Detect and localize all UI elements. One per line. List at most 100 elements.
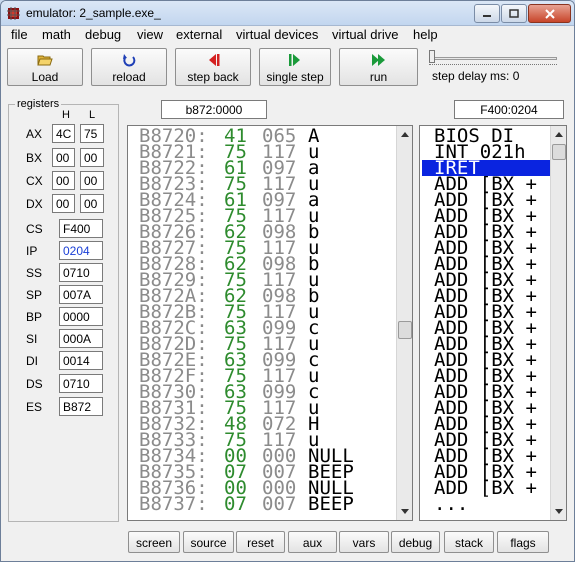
window-title: emulator: 2_sample.exe_ [26, 6, 161, 20]
reg-cl-field[interactable]: 00 [80, 171, 104, 190]
reg-ah-field[interactable]: 4C [52, 124, 75, 143]
menu-file[interactable]: file [11, 27, 28, 42]
reg-ss-label: SS [26, 266, 43, 280]
disassembly-scroll-thumb[interactable] [552, 144, 566, 160]
reg-si-label: SI [26, 332, 38, 346]
load-label: Load [31, 70, 59, 84]
disassembly-scroll-up[interactable] [551, 126, 566, 143]
slider-track [429, 57, 557, 60]
menu-virtual-drive[interactable]: virtual drive [332, 27, 398, 42]
disassembly-list[interactable]: BIOS DI INT 021h IRET ADD [BX + ADD [BX + ADD… [419, 125, 567, 521]
step-back-button[interactable]: step back [175, 48, 251, 86]
up-arrow-icon [401, 132, 409, 137]
single-step-icon [289, 54, 300, 66]
reg-ss-field[interactable]: 0710 [59, 263, 103, 282]
memory-row[interactable]: B8737: 07 007 BEEP [128, 493, 394, 515]
reg-cs-label: CS [26, 222, 43, 236]
screen-button[interactable]: screen [128, 531, 180, 553]
reg-bl-field[interactable]: 00 [80, 148, 104, 167]
reg-bx-label: BX [26, 151, 43, 165]
up-arrow-icon [555, 132, 563, 137]
source-button[interactable]: source [183, 531, 234, 553]
run-label: run [369, 70, 388, 84]
menu-virtual-devices[interactable]: virtual devices [236, 27, 318, 42]
reg-bp-label: BP [26, 310, 43, 324]
memory-scrollbar[interactable] [396, 126, 412, 520]
reg-cx-label: CX [26, 174, 43, 188]
reg-ax-label: AX [26, 127, 43, 141]
reload-button[interactable]: reload [91, 48, 167, 86]
run-button[interactable]: run [339, 48, 418, 86]
disassembly-scrollbar[interactable] [550, 126, 566, 520]
reg-ip-field[interactable]: 0204 [59, 241, 103, 260]
low-byte-header: L [89, 109, 96, 121]
down-arrow-icon [401, 509, 409, 514]
memory-row-char: BEEP [308, 493, 354, 515]
step-delay-slider[interactable]: step delay ms: 0 [425, 47, 565, 87]
reg-cs-field[interactable]: F400 [59, 219, 103, 238]
memory-row-decimal: 007 [262, 493, 297, 515]
reg-bp-field[interactable]: 0000 [59, 307, 103, 326]
reg-di-field[interactable]: 0014 [59, 351, 103, 370]
memory-list[interactable]: B8720: 41 065 A B8721: 75 117 u B8722: 61 097 a B872… [127, 125, 413, 521]
down-arrow-icon [555, 509, 563, 514]
open-folder-icon [37, 55, 53, 66]
step-back-label: step back [187, 70, 239, 84]
reg-sp-label: SP [26, 288, 43, 302]
load-button[interactable]: Load [7, 48, 83, 86]
reg-si-field[interactable]: 000A [59, 329, 103, 348]
reg-ds-label: DS [26, 377, 43, 391]
menu-help[interactable]: help [413, 27, 438, 42]
maximize-button[interactable] [501, 4, 527, 23]
reg-ch-field[interactable]: 00 [52, 171, 75, 190]
app-icon [7, 7, 20, 20]
disassembly-row[interactable]: ... [422, 495, 550, 514]
reg-es-label: ES [26, 400, 43, 414]
memory-address-input[interactable]: b872:0000 [161, 100, 267, 119]
memory-row-hex: 07 [224, 493, 247, 515]
reg-dh-field[interactable]: 00 [52, 194, 75, 213]
memory-scroll-down[interactable] [397, 503, 412, 520]
reg-di-label: DI [26, 354, 38, 368]
memory-scroll-up[interactable] [397, 126, 412, 143]
menu-view[interactable]: view [137, 27, 163, 42]
minimize-icon [483, 14, 491, 17]
reg-dl-field[interactable]: 00 [80, 194, 104, 213]
minimize-button[interactable] [474, 4, 500, 23]
reg-ds-field[interactable]: 0710 [59, 374, 103, 393]
reg-al-field[interactable]: 75 [80, 124, 104, 143]
reload-icon [123, 54, 136, 67]
run-icon [371, 54, 385, 66]
reset-button[interactable]: reset [236, 531, 285, 553]
debug-button[interactable]: debug [391, 531, 440, 553]
memory-scroll-thumb[interactable] [398, 321, 412, 339]
reload-label: reload [112, 70, 146, 84]
menu-debug[interactable]: debug [85, 27, 121, 42]
single-step-button[interactable]: single step [259, 48, 331, 86]
flags-button[interactable]: flags [497, 531, 549, 553]
slider-thumb[interactable] [429, 50, 435, 63]
step-back-icon [209, 54, 220, 66]
stack-button[interactable]: stack [444, 531, 494, 553]
close-icon [544, 8, 555, 19]
menu-math[interactable]: math [42, 27, 71, 42]
reg-ip-label: IP [26, 244, 38, 258]
menu-external[interactable]: external [176, 27, 222, 42]
vars-button[interactable]: vars [339, 531, 389, 553]
disassembly-scroll-down[interactable] [551, 503, 566, 520]
close-button[interactable] [528, 4, 571, 23]
emulator-window: emulator: 2_sample.exe_ file math debug … [0, 0, 575, 562]
slider-ticks [429, 64, 557, 67]
registers-legend: registers [17, 98, 60, 110]
high-byte-header: H [62, 109, 70, 121]
bottom-bar: screen source reset aux vars debug stack… [1, 528, 574, 558]
title-bar: emulator: 2_sample.exe_ [1, 1, 574, 26]
single-step-label: single step [266, 70, 324, 84]
reg-dx-label: DX [26, 197, 43, 211]
code-address-input[interactable]: F400:0204 [454, 100, 564, 119]
aux-button[interactable]: aux [288, 531, 337, 553]
reg-sp-field[interactable]: 007A [59, 285, 103, 304]
reg-bh-field[interactable]: 00 [52, 148, 75, 167]
reg-es-field[interactable]: B872 [59, 397, 103, 416]
menu-bar: file math debug view external virtual de… [1, 26, 574, 44]
